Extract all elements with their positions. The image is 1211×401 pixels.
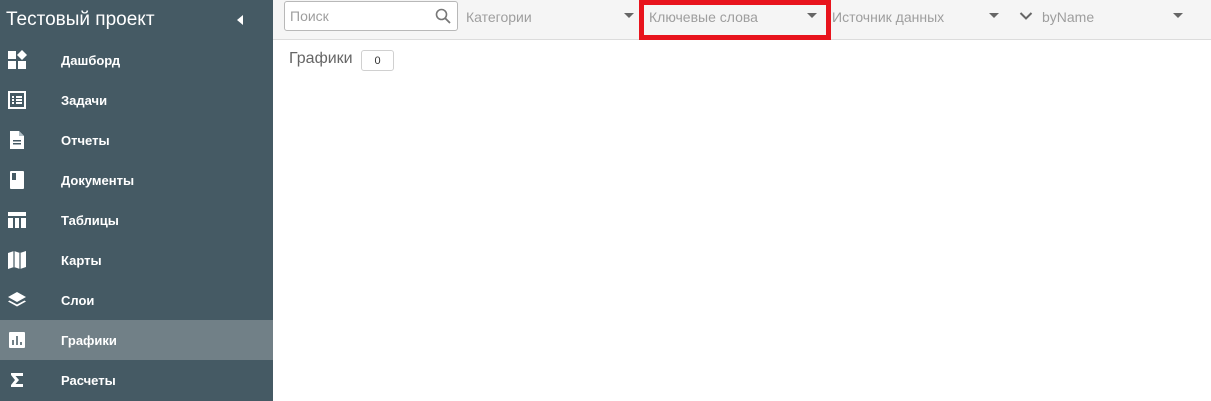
bar-chart-icon	[7, 330, 27, 350]
search-box[interactable]	[284, 1, 458, 31]
table-icon	[7, 210, 27, 230]
book-icon	[7, 170, 27, 190]
project-title: Тестовый проект	[6, 9, 155, 30]
main-content: Графики 0	[273, 41, 1211, 401]
filter-toolbar: Категории Ключевые слова Источник данных…	[273, 0, 1211, 40]
datasource-dropdown-label: Источник данных	[832, 9, 945, 25]
sidebar-item-tasks[interactable]: Задачи	[0, 80, 273, 120]
categories-dropdown-label: Категории	[466, 9, 532, 25]
sort-dropdown[interactable]: byName	[1042, 4, 1192, 30]
sidebar-item-label: Дашборд	[61, 52, 121, 68]
keywords-highlight-frame	[639, 0, 831, 40]
chevron-down-icon	[624, 13, 634, 18]
count-badge: 0	[361, 50, 394, 71]
task-list-icon	[7, 90, 27, 110]
sidebar-item-label: Отчеты	[61, 132, 110, 148]
sidebar-item-label: Задачи	[61, 92, 108, 108]
categories-dropdown[interactable]: Категории	[466, 4, 636, 30]
sort-dropdown-label: byName	[1042, 9, 1095, 25]
collapse-sidebar-icon[interactable]	[235, 14, 245, 26]
sidebar-item-calculations[interactable]: Расчеты	[0, 360, 273, 400]
sigma-icon	[7, 370, 27, 390]
dashboard-icon	[7, 50, 27, 70]
sidebar-item-label: Слои	[61, 292, 95, 308]
sidebar-item-label: Таблицы	[61, 212, 119, 228]
sidebar-item-charts[interactable]: Графики	[0, 320, 273, 360]
chevron-down-icon	[1173, 13, 1183, 18]
sidebar-item-maps[interactable]: Карты	[0, 240, 273, 280]
sidebar-item-label: Расчеты	[61, 372, 116, 388]
page-title: Графики	[289, 50, 353, 67]
sidebar-item-layers[interactable]: Слои	[0, 280, 273, 320]
sidebar-item-label: Документы	[61, 172, 135, 188]
sidebar-header: Тестовый проект	[0, 0, 273, 40]
sidebar-item-tables[interactable]: Таблицы	[0, 200, 273, 240]
sort-direction-icon[interactable]	[1019, 8, 1033, 20]
chevron-down-icon	[989, 13, 999, 18]
search-icon[interactable]	[435, 8, 451, 24]
sidebar-item-documents[interactable]: Документы	[0, 160, 273, 200]
sidebar-item-label: Графики	[61, 332, 117, 348]
app-window: Тестовый проект Дашборд Задачи Отчеты До…	[0, 0, 1211, 401]
sidebar-item-reports[interactable]: Отчеты	[0, 120, 273, 160]
datasource-dropdown[interactable]: Источник данных	[832, 4, 1002, 30]
sidebar-item-label: Карты	[61, 252, 102, 268]
report-document-icon	[7, 130, 27, 150]
sidebar-item-dashboard[interactable]: Дашборд	[0, 40, 273, 80]
search-input[interactable]	[290, 2, 430, 30]
map-icon	[7, 250, 27, 270]
layers-icon	[7, 290, 27, 310]
sidebar: Тестовый проект Дашборд Задачи Отчеты До…	[0, 0, 273, 401]
